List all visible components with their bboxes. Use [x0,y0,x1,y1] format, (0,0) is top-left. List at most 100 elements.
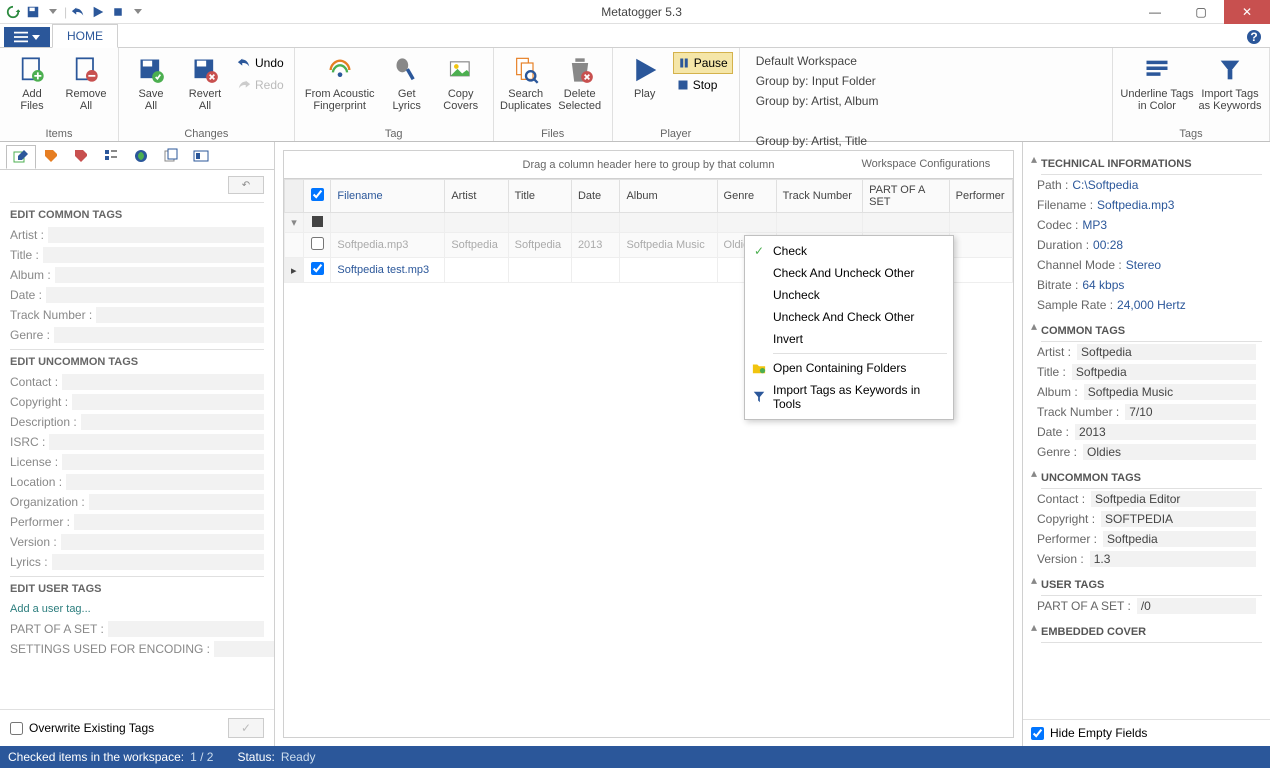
help-icon[interactable]: ? [1244,27,1264,47]
info-value[interactable]: Softpedia [1077,344,1256,360]
collapse-icon[interactable]: ▴ [1031,315,1041,342]
copy-covers-button[interactable]: CopyCovers [435,50,487,126]
info-value[interactable]: Oldies [1083,444,1256,460]
cell[interactable] [445,258,508,283]
left-tab-3[interactable] [66,144,96,168]
cell[interactable] [571,258,620,283]
maximize-button[interactable]: ▢ [1178,0,1224,24]
revert-all-button[interactable]: RevertAll [179,50,231,126]
field-input[interactable] [72,394,264,410]
info-value[interactable]: Softpedia Music [1084,384,1256,400]
overwrite-checkbox[interactable] [10,722,23,735]
col-filename[interactable]: Filename [331,180,445,213]
filter-check[interactable] [303,213,330,233]
info-value[interactable]: Softpedia [1072,364,1256,380]
field-input[interactable] [62,374,264,390]
filter-icon[interactable]: ▾ [285,213,304,233]
left-tab-6[interactable] [156,144,186,168]
qat-save-icon[interactable] [24,3,42,21]
stop-button[interactable]: Stop [673,74,733,96]
left-tab-4[interactable] [96,144,126,168]
redo-button[interactable]: Redo [233,74,288,96]
left-tab-5[interactable] [126,144,156,168]
cell[interactable] [949,233,1012,258]
import-keywords-button[interactable]: Import Tagsas Keywords [1197,50,1263,126]
ctx-invert[interactable]: Invert [747,328,951,350]
ws-default[interactable]: Default Workspace [756,54,1096,72]
col-genre[interactable]: Genre [717,180,776,213]
left-tab-2[interactable] [36,144,66,168]
cell[interactable] [508,258,571,283]
underline-tags-button[interactable]: Underline Tagsin Color [1119,50,1195,126]
col-performer[interactable]: Performer [949,180,1012,213]
home-tab[interactable]: HOME [52,24,118,48]
field-input[interactable] [54,327,264,343]
hide-empty-checkbox[interactable] [1031,727,1044,740]
info-value[interactable]: 2013 [1075,424,1256,440]
ctx-check[interactable]: ✓Check [747,240,951,262]
info-value[interactable]: 7/10 [1125,404,1256,420]
col-partofset[interactable]: PART OF A SET [863,180,950,213]
field-input[interactable] [61,534,264,550]
cell[interactable]: 2013 [571,233,620,258]
field-input[interactable] [46,287,264,303]
field-input[interactable] [62,454,264,470]
cell[interactable]: Softpedia test.mp3 [331,258,445,283]
field-input[interactable] [66,474,264,490]
field-input[interactable] [81,414,264,430]
check-all-header[interactable] [303,180,330,213]
file-tab[interactable] [4,27,50,47]
collapse-icon[interactable]: ▴ [1031,148,1041,175]
save-all-button[interactable]: SaveAll [125,50,177,126]
qat-more-icon[interactable] [129,3,147,21]
collapse-icon[interactable]: ▴ [1031,569,1041,596]
qat-play-icon[interactable] [89,3,107,21]
add-user-tag-link[interactable]: Add a user tag... [10,599,264,619]
left-tab-edit[interactable] [6,145,36,169]
delete-selected-button[interactable]: DeleteSelected [554,50,606,126]
info-value[interactable]: Softpedia Editor [1091,491,1256,507]
field-input[interactable] [43,247,264,263]
cell[interactable]: Softpedia Music [620,233,717,258]
apply-button[interactable]: ✓ [228,718,264,738]
undo-button[interactable]: Undo [233,52,288,74]
group-by-hint[interactable]: Drag a column header here to group by th… [283,150,1014,178]
pause-button[interactable]: Pause [673,52,733,74]
add-files-button[interactable]: AddFiles [6,50,58,126]
collapse-icon[interactable]: ▴ [1031,616,1041,643]
remove-all-button[interactable]: RemoveAll [60,50,112,126]
cell[interactable] [949,258,1012,283]
cell[interactable]: Softpedia [445,233,508,258]
field-input[interactable] [214,641,274,657]
info-value[interactable]: /0 [1137,598,1256,614]
qat-dropdown-icon[interactable] [44,3,62,21]
field-input[interactable] [89,494,264,510]
qat-refresh-icon[interactable] [4,3,22,21]
ws-artist-album[interactable]: Group by: Artist, Album [756,94,1096,112]
acoustic-fingerprint-button[interactable]: From AcousticFingerprint [301,50,379,126]
play-button[interactable]: Play [619,50,671,126]
ctx-uncheck-check-other[interactable]: Uncheck And Check Other [747,306,951,328]
info-value[interactable]: Softpedia [1103,531,1256,547]
col-title[interactable]: Title [508,180,571,213]
row-checkbox[interactable] [303,258,330,283]
field-input[interactable] [55,267,264,283]
col-artist[interactable]: Artist [445,180,508,213]
field-input[interactable] [49,434,264,450]
field-input[interactable] [74,514,264,530]
left-revert-button[interactable]: ↶ [228,176,264,194]
cell[interactable]: Softpedia [508,233,571,258]
field-input[interactable] [52,554,264,570]
ctx-import-keywords[interactable]: Import Tags as Keywords in Tools [747,379,951,415]
ws-input-folder[interactable]: Group by: Input Folder [756,74,1096,92]
search-duplicates-button[interactable]: SearchDuplicates [500,50,552,126]
row-checkbox[interactable] [303,233,330,258]
collapse-icon[interactable]: ▴ [1031,462,1041,489]
field-input[interactable] [108,621,264,637]
ctx-open-folders[interactable]: Open Containing Folders [747,357,951,379]
cell[interactable]: Softpedia.mp3 [331,233,445,258]
qat-stop-icon[interactable] [109,3,127,21]
left-tab-7[interactable] [186,144,216,168]
field-input[interactable] [96,307,264,323]
close-button[interactable]: ✕ [1224,0,1270,24]
